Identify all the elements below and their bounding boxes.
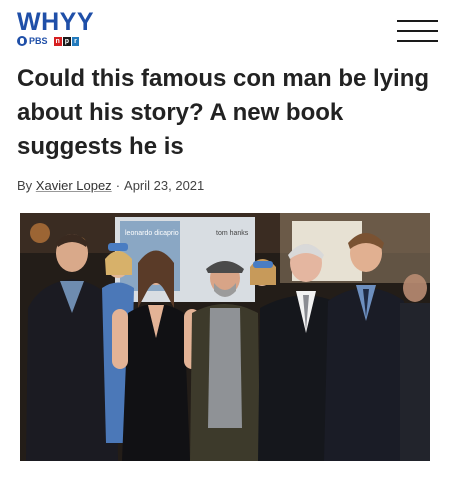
pbs-logo: PBS bbox=[17, 36, 48, 46]
pbs-head-icon bbox=[17, 36, 27, 46]
logo-wordmark: WHYY bbox=[17, 8, 94, 36]
article-title: Could this famous con man be lying about… bbox=[17, 65, 430, 160]
byline-separator: · bbox=[115, 178, 121, 193]
photo-illustration: leonardo dicaprio tom hanks bbox=[20, 213, 430, 461]
poster-name-left: leonardo dicaprio bbox=[125, 230, 179, 237]
npr-logo: n p r bbox=[53, 36, 79, 46]
byline: By Xavier Lopez · April 23, 2021 bbox=[17, 178, 204, 193]
whyy-logo[interactable]: WHYY PBS n p r bbox=[17, 10, 94, 46]
hamburger-menu-icon[interactable] bbox=[397, 20, 438, 42]
byline-prefix: By bbox=[17, 178, 33, 193]
poster-name-right: tom hanks bbox=[216, 230, 249, 237]
publish-date: April 23, 2021 bbox=[124, 178, 205, 193]
author-link[interactable]: Xavier Lopez bbox=[36, 178, 112, 193]
partner-logos: PBS n p r bbox=[17, 36, 94, 46]
article-photo: leonardo dicaprio tom hanks bbox=[20, 213, 430, 461]
site-header: WHYY PBS n p r bbox=[0, 0, 450, 58]
